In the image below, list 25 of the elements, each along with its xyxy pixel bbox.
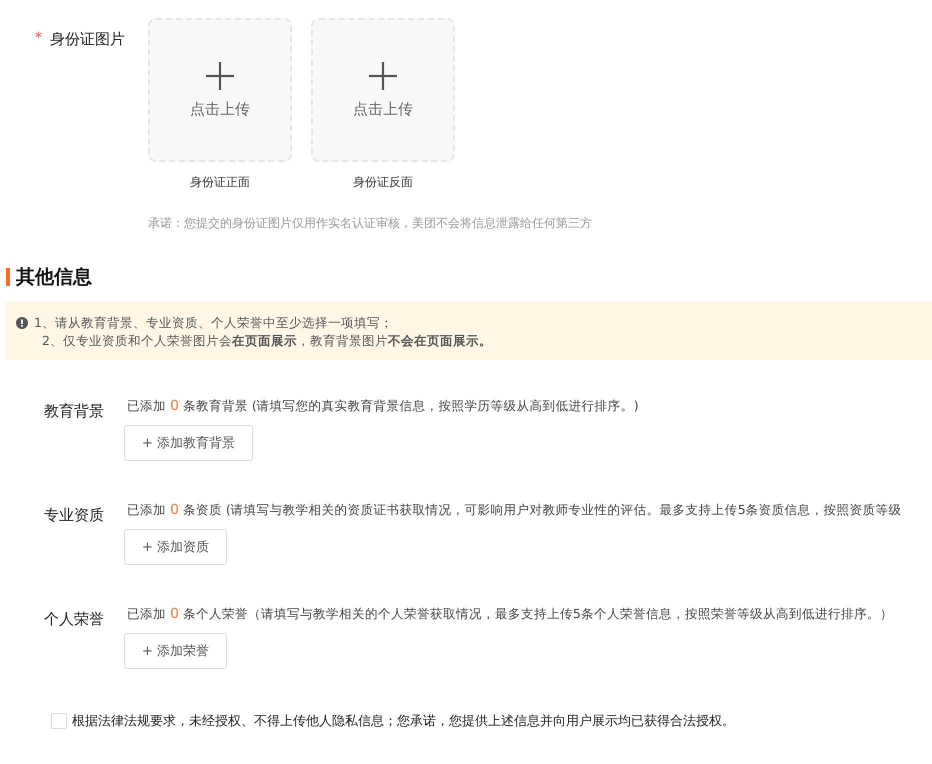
add-button[interactable]: + 添加教育背景	[124, 425, 254, 461]
required-mark: *	[35, 30, 42, 46]
notice-text: 1、请从教育背景、专业资质、个人荣誉中至少选择一项填写；	[34, 314, 394, 332]
upload-caption: 身份证正面	[190, 174, 250, 191]
section-title: 其他信息	[16, 265, 92, 290]
upload-area[interactable]: 点击上传	[311, 18, 455, 162]
privacy-note: 承诺：您提交的身份证图片仅用作实名认证审核，美团不会将信息泄露给任何第三方	[148, 215, 592, 232]
upload-area[interactable]: 点击上传	[148, 18, 292, 162]
field-label: 专业资质	[43, 505, 105, 526]
add-button[interactable]: + 添加资质	[124, 529, 228, 565]
field-label: 个人荣誉	[43, 609, 105, 630]
upload-caption: 身份证反面	[353, 174, 413, 191]
plus-icon	[206, 62, 234, 90]
add-button[interactable]: + 添加荣誉	[124, 633, 228, 669]
agreement-checkbox[interactable]	[51, 713, 67, 729]
added-count-text: 已添加 0 条资质 (请填写与教学相关的资质证书获取情况，可影响用户对教师专业性的评估。最多支持上传5条资质信息，按照资质等级	[126, 502, 902, 519]
exclamation-icon	[16, 317, 28, 329]
field-label: 教育背景	[43, 401, 105, 422]
agreement-text: 根据法律法规要求，未经授权、不得上传他人隐私信息；您承诺，您提供上述信息并向用户展示均已获得合法授权。	[72, 713, 735, 730]
field-label: 身份证图片	[50, 30, 125, 49]
plus-icon	[369, 62, 397, 90]
added-count-text: 已添加 0 条个人荣誉（请填写与教学相关的个人荣誉获取情况，最多支持上传5条个人荣誉信息，按照荣誉等级从高到低进行排序。）	[126, 606, 893, 623]
notice-text: 2、仅专业资质和个人荣誉图片会在页面展示，教育背景图片不会在页面展示。	[41, 332, 492, 350]
section-accent-bar	[6, 268, 10, 286]
added-count-text: 已添加 0 条教育背景 (请填写您的真实教育背景信息，按照学历等级从高到低进行排序。)	[126, 398, 639, 415]
